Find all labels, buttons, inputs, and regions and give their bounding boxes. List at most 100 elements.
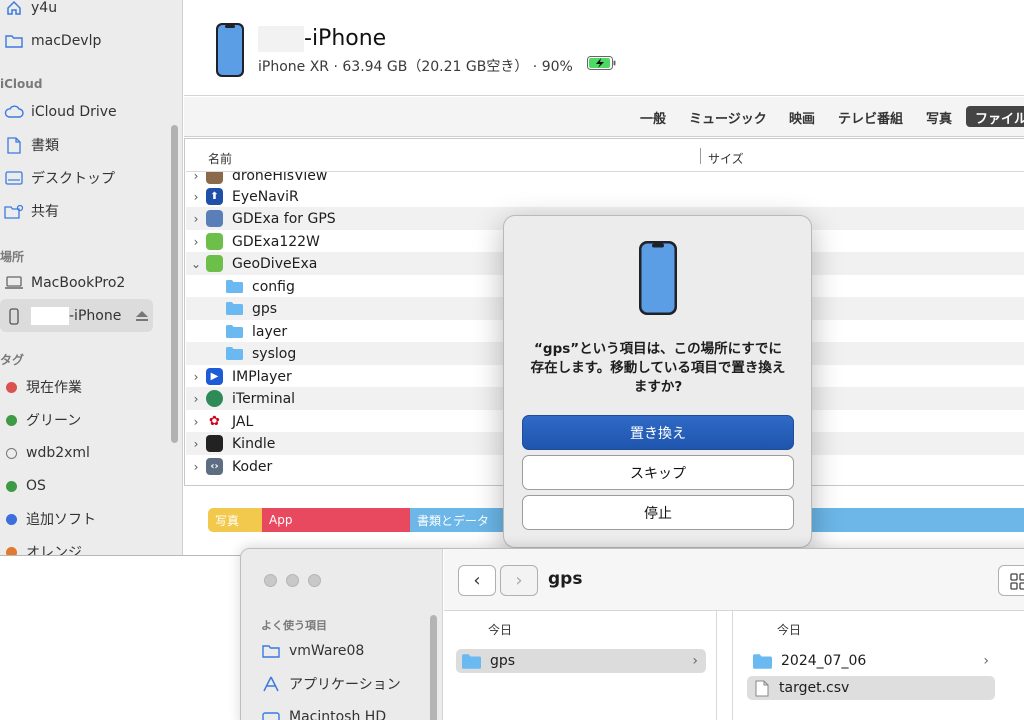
app-icon — [206, 210, 223, 227]
sidebar-item-macintosh-hd[interactable]: Macintosh HD — [261, 706, 386, 720]
folder-icon — [226, 325, 243, 338]
sidebar-section-tags: タグ — [0, 353, 25, 367]
disclosure-chevron-icon[interactable]: › — [186, 172, 206, 183]
tab-music[interactable]: ミュージック — [689, 108, 767, 127]
shared-folder-icon — [3, 202, 25, 220]
column-item-gps[interactable]: gps › — [456, 649, 706, 673]
column-item-2024-07-06[interactable]: 2024_07_06 › — [749, 649, 997, 673]
chevron-right-icon: › — [692, 653, 698, 669]
sidebar-item-applications[interactable]: アプリケーション — [261, 673, 401, 695]
iphone-icon — [639, 241, 677, 315]
minimize-window-button[interactable] — [286, 574, 299, 587]
back-button[interactable]: ‹ — [458, 565, 496, 596]
device-tab-bar: 一般 ミュージック 映画 テレビ番組 写真 ファイル — [184, 97, 1024, 137]
sidebar-item-label: OS — [26, 478, 46, 494]
column-header-today: 今日 — [488, 623, 513, 637]
disclosure-chevron-icon[interactable]: › — [186, 460, 206, 474]
sidebar-item-label: オレンジ — [26, 545, 82, 556]
app-icon — [206, 255, 223, 272]
skip-button[interactable]: スキップ — [522, 455, 794, 490]
sidebar-section-icloud: iCloud — [0, 77, 43, 91]
sidebar-item-label: MacBookPro2 — [31, 275, 126, 291]
sidebar-item-home[interactable]: y4u — [0, 0, 57, 21]
house-icon — [3, 0, 25, 17]
view-mode-button[interactable] — [998, 565, 1024, 596]
column-item-target-csv[interactable]: target.csv — [747, 676, 995, 700]
disclosure-chevron-icon[interactable]: › — [186, 235, 206, 249]
column-header-size[interactable]: サイズ — [708, 150, 744, 167]
sidebar-tag-orange[interactable]: オレンジ — [0, 539, 82, 556]
eject-icon[interactable] — [135, 310, 149, 322]
storage-segment-apps: App — [262, 508, 410, 532]
column-item-label: gps — [490, 653, 516, 669]
sidebar-item-label: アプリケーション — [289, 677, 401, 693]
sidebar-section-locations: 場所 — [0, 250, 25, 264]
sidebar-item-macbookpro2[interactable]: MacBookPro2 — [0, 270, 125, 296]
file-list-header: 名前 サイズ — [186, 140, 1024, 172]
column-header-today: 今日 — [777, 623, 802, 637]
iphone-icon — [3, 307, 25, 325]
list-item-label: JAL — [232, 413, 254, 430]
storage-segment-photos: 写真 — [208, 508, 262, 532]
tab-files[interactable]: ファイル — [966, 106, 1024, 127]
desktop-icon — [3, 169, 25, 187]
tab-general[interactable]: 一般 — [640, 108, 666, 127]
sidebar-item-shared[interactable]: 共有 — [0, 198, 59, 224]
list-item-label: layer — [252, 323, 288, 340]
column-divider[interactable] — [700, 148, 701, 164]
disclosure-chevron-icon[interactable]: › — [186, 370, 206, 384]
sidebar-tag-wdb2xml[interactable]: wdb2xml — [0, 440, 90, 466]
folder-icon — [462, 653, 481, 669]
disclosure-chevron-icon[interactable]: › — [186, 392, 206, 406]
disclosure-chevron-down-icon[interactable]: ⌄ — [186, 257, 206, 271]
sidebar-item-label: -iPhone — [69, 308, 122, 324]
zoom-window-button[interactable] — [308, 574, 321, 587]
sidebar-item-label: 共有 — [31, 204, 59, 220]
sidebar-item-iphone[interactable]: -iPhone — [0, 303, 149, 329]
applications-icon — [261, 676, 281, 692]
sidebar-tag-green[interactable]: グリーン — [0, 407, 81, 433]
sidebar-item-documents[interactable]: 書類 — [0, 132, 59, 158]
forward-button[interactable]: › — [500, 565, 538, 596]
sidebar-section-favorites: よく使う項目 — [261, 619, 327, 632]
list-item-label: GeoDiveExa — [232, 255, 318, 272]
tab-movies[interactable]: 映画 — [789, 108, 815, 127]
stop-button[interactable]: 停止 — [522, 495, 794, 530]
sidebar-scrollbar[interactable] — [171, 125, 178, 443]
replace-confirmation-dialog: “gps”という項目は、この場所にすでに存在します。移動している項目で置き換えま… — [503, 215, 812, 548]
close-window-button[interactable] — [264, 574, 277, 587]
list-item-label: Koder — [232, 458, 273, 475]
disclosure-chevron-icon[interactable]: › — [186, 190, 206, 204]
list-item-eyenavir[interactable]: › ⬆ EyeNaviR — [186, 185, 1024, 208]
disclosure-chevron-icon[interactable]: › — [186, 212, 206, 226]
sidebar-tag-additional-software[interactable]: 追加ソフト — [0, 506, 96, 532]
folder-icon — [261, 644, 281, 658]
sidebar-item-macdevlp[interactable]: macDevlp — [0, 28, 101, 54]
column-header-name[interactable]: 名前 — [208, 150, 232, 167]
chevron-right-icon: › — [515, 570, 523, 591]
list-item-label: droneHisView — [232, 172, 328, 184]
column-item-label: target.csv — [779, 680, 850, 696]
sidebar-item-label: 現在作業 — [26, 380, 82, 396]
sidebar-scrollbar[interactable] — [430, 615, 437, 720]
list-item-label: config — [252, 278, 295, 295]
disclosure-chevron-icon[interactable]: › — [186, 415, 206, 429]
tag-color-dot — [6, 381, 17, 393]
sidebar-item-vmware08[interactable]: vmWare08 — [261, 640, 364, 662]
tab-photos[interactable]: 写真 — [926, 108, 952, 127]
sidebar-tag-current-work[interactable]: 現在作業 — [0, 374, 82, 400]
sidebar-item-label: vmWare08 — [289, 643, 365, 659]
app-icon — [206, 233, 223, 250]
replace-button[interactable]: 置き換え — [522, 415, 794, 450]
sidebar-item-icloud-drive[interactable]: iCloud Drive — [0, 99, 117, 125]
sidebar-tag-os[interactable]: OS — [0, 473, 46, 499]
app-icon: ✿ — [206, 413, 223, 430]
list-item-label: GDExa122W — [232, 233, 320, 250]
sidebar-item-desktop[interactable]: デスクトップ — [0, 165, 115, 191]
tab-tv-shows[interactable]: テレビ番組 — [838, 108, 903, 127]
disclosure-chevron-icon[interactable]: › — [186, 437, 206, 451]
device-header: -iPhone iPhone XR · 63.94 GB（20.21 GB空き）… — [184, 0, 1024, 96]
device-info: iPhone XR · 63.94 GB（20.21 GB空き） · 90% — [258, 59, 573, 75]
cloud-icon — [3, 103, 25, 121]
list-item-label: GDExa for GPS — [232, 210, 336, 227]
